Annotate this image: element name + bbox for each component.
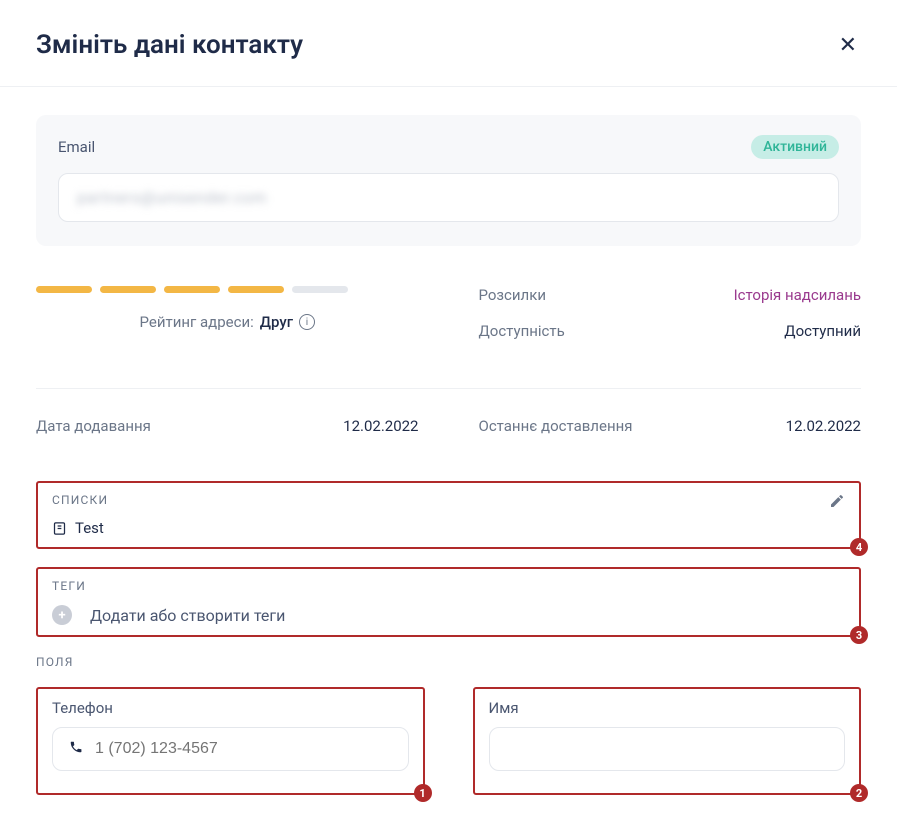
pencil-icon — [829, 496, 845, 513]
phone-field-box: Телефон 1 — [36, 687, 425, 795]
rating-block: Рейтинг адреси: Друг i — [36, 286, 419, 358]
email-card: Email Активний partners@unisender.com — [36, 115, 861, 246]
tags-header: ТЕГИ — [52, 579, 845, 593]
tags-section: ТЕГИ + Додати або створити теги 3 — [36, 567, 861, 637]
phone-label: Телефон — [52, 699, 409, 717]
annotation-badge-2: 2 — [850, 784, 868, 802]
rating-bar — [36, 286, 92, 293]
availability-row: Доступність Доступний — [479, 322, 862, 340]
rating-value: Друг — [260, 313, 293, 331]
email-head: Email Активний — [58, 135, 839, 159]
phone-input[interactable] — [95, 740, 392, 758]
list-item[interactable]: Test — [52, 519, 108, 537]
info-grid: Рейтинг адреси: Друг i Розсилки Історія … — [36, 286, 861, 358]
close-icon: ✕ — [839, 32, 857, 57]
rating-bar — [292, 286, 348, 293]
lists-section: СПИСКИ Test 4 — [36, 481, 861, 549]
name-field-box: Имя 2 — [473, 687, 862, 795]
right-info-block: Розсилки Історія надсилань Доступність Д… — [479, 286, 862, 358]
availability-value: Доступний — [784, 322, 861, 340]
plus-icon: + — [58, 608, 65, 623]
list-icon — [52, 521, 67, 536]
lists-header: СПИСКИ — [52, 493, 108, 507]
rating-bar — [228, 286, 284, 293]
phone-input-wrap[interactable] — [52, 727, 409, 771]
last-delivery-value: 12.02.2022 — [786, 417, 861, 435]
annotation-badge-3: 3 — [850, 626, 868, 644]
info-icon[interactable]: i — [299, 314, 315, 330]
lists-content: СПИСКИ Test — [52, 493, 108, 537]
date-added-pair: Дата додавання 12.02.2022 — [36, 417, 419, 435]
fields-grid: Телефон 1 Имя 2 — [36, 687, 861, 795]
annotation-badge-4: 4 — [850, 538, 868, 556]
edit-lists-button[interactable] — [829, 493, 845, 514]
edit-contact-modal: Змініть дані контакту ✕ Email Активний p… — [0, 0, 897, 815]
modal-body: Email Активний partners@unisender.com Ре… — [0, 87, 897, 815]
list-item-name: Test — [75, 519, 104, 537]
last-delivery-label: Останнє доставлення — [479, 417, 633, 435]
date-added-value: 12.02.2022 — [343, 417, 418, 435]
mailings-label: Розсилки — [479, 286, 547, 304]
tags-row: + Додати або створити теги — [52, 605, 845, 625]
add-tag-button[interactable]: + — [52, 605, 72, 625]
phone-icon — [69, 740, 83, 758]
availability-label: Доступність — [479, 322, 565, 340]
annotation-badge-1: 1 — [414, 784, 432, 802]
email-input[interactable]: partners@unisender.com — [58, 173, 839, 222]
rating-bars — [36, 286, 419, 293]
tags-placeholder[interactable]: Додати або створити теги — [90, 606, 285, 625]
close-button[interactable]: ✕ — [835, 28, 861, 62]
email-value-blurred: partners@unisender.com — [77, 188, 267, 207]
dates-row: Дата додавання 12.02.2022 Останнє достав… — [36, 417, 861, 435]
rating-bar — [100, 286, 156, 293]
name-input[interactable] — [506, 740, 829, 758]
name-input-wrap[interactable] — [489, 727, 846, 771]
divider — [36, 388, 861, 389]
date-added-label: Дата додавання — [36, 417, 151, 435]
last-delivery-pair: Останнє доставлення 12.02.2022 — [479, 417, 862, 435]
modal-title: Змініть дані контакту — [36, 30, 303, 60]
modal-header: Змініть дані контакту ✕ — [0, 0, 897, 87]
history-link[interactable]: Історія надсилань — [734, 286, 861, 304]
rating-bar — [164, 286, 220, 293]
mailings-row: Розсилки Історія надсилань — [479, 286, 862, 304]
rating-label-row: Рейтинг адреси: Друг i — [36, 313, 419, 331]
status-badge: Активний — [751, 135, 839, 159]
email-label: Email — [58, 138, 95, 156]
name-label: Имя — [489, 699, 846, 717]
lists-header-row: СПИСКИ Test — [52, 493, 845, 537]
fields-header: ПОЛЯ — [36, 655, 861, 669]
rating-label: Рейтинг адреси: — [140, 313, 254, 331]
